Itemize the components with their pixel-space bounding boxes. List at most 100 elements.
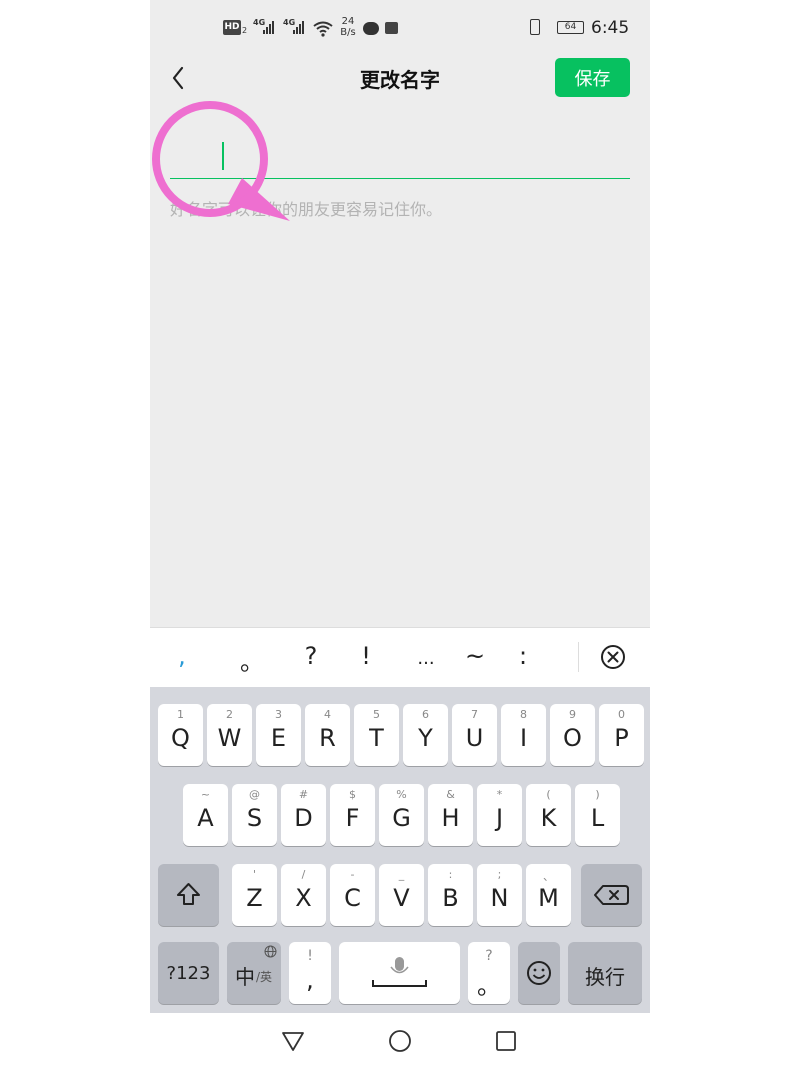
key-label: 换行 bbox=[585, 965, 625, 989]
key-s[interactable]: @ S bbox=[232, 784, 277, 846]
candidate-comma[interactable]: , bbox=[167, 642, 197, 670]
lang-sub-label: /英 bbox=[256, 970, 273, 984]
comma-key[interactable]: ! , bbox=[289, 942, 331, 1004]
key-e[interactable]: 3E bbox=[256, 704, 301, 766]
space-key[interactable] bbox=[339, 942, 460, 1004]
key-label: R bbox=[319, 724, 336, 752]
circle-x-icon[interactable] bbox=[600, 644, 626, 670]
key-m[interactable]: 、 M bbox=[526, 864, 571, 926]
key-sub-label: 4 bbox=[324, 708, 331, 721]
key-sub-label: _ bbox=[398, 868, 405, 881]
shift-arrow-icon bbox=[177, 883, 200, 905]
circle-home-icon[interactable] bbox=[387, 1028, 413, 1054]
key-q[interactable]: 1Q bbox=[158, 704, 203, 766]
key-sub-label: : bbox=[448, 868, 453, 881]
key-sub-label: $ bbox=[349, 788, 356, 801]
candidate-colon[interactable]: : bbox=[508, 642, 538, 670]
key-sub-label: * bbox=[496, 788, 503, 801]
status-bar: HD 2 4G 4G 24 B/s 64 6:45 bbox=[150, 0, 650, 56]
key-label: 。 bbox=[477, 972, 501, 1000]
key-label: K bbox=[540, 804, 557, 832]
hd-voice-icon: HD bbox=[223, 20, 241, 35]
key-n[interactable]: ; N bbox=[477, 864, 522, 926]
language-switch-key[interactable]: 中 /英 bbox=[227, 942, 281, 1004]
key-label: G bbox=[392, 804, 411, 832]
square-recent-icon[interactable] bbox=[493, 1028, 519, 1054]
key-sub-label: 8 bbox=[520, 708, 527, 721]
battery-icon: 64 bbox=[557, 21, 584, 34]
key-y[interactable]: 6Y bbox=[403, 704, 448, 766]
network-type-sim2: 4G bbox=[283, 18, 296, 27]
status-time: 6:45 bbox=[591, 18, 630, 38]
key-r[interactable]: 4R bbox=[305, 704, 350, 766]
key-label: I bbox=[519, 724, 528, 752]
key-b[interactable]: :B bbox=[428, 864, 473, 926]
network-speed-value: 24 bbox=[341, 16, 355, 27]
key-g[interactable]: % G bbox=[379, 784, 424, 846]
microphone-icon bbox=[372, 957, 427, 987]
key-label: N bbox=[490, 884, 509, 912]
lang-main-label: 中 bbox=[235, 965, 255, 989]
key-j[interactable]: * J bbox=[477, 784, 522, 846]
key-sub-label: @ bbox=[249, 788, 260, 801]
key-sub-label: 2 bbox=[226, 708, 233, 721]
key-o[interactable]: 9O bbox=[550, 704, 595, 766]
key-f[interactable]: $ F bbox=[330, 784, 375, 846]
save-button[interactable]: 保存 bbox=[555, 58, 630, 97]
emoji-key[interactable] bbox=[518, 942, 560, 1004]
key-sub-label: 5 bbox=[373, 708, 380, 721]
key-label: E bbox=[270, 724, 287, 752]
triangle-back-icon[interactable] bbox=[280, 1028, 306, 1054]
app-content: HD 2 4G 4G 24 B/s 64 6:45 更改名字 保存 好名字可以让… bbox=[150, 0, 650, 627]
key-z[interactable]: ' Z bbox=[232, 864, 277, 926]
key-d[interactable]: # D bbox=[281, 784, 326, 846]
candidate-ellipsis[interactable]: ... bbox=[411, 648, 441, 669]
key-label: , bbox=[306, 966, 314, 994]
hd-voice-sim-label: 2 bbox=[242, 26, 248, 35]
key-sub-label: 、 bbox=[543, 870, 554, 883]
key-a[interactable]: ~ A bbox=[183, 784, 228, 846]
key-w[interactable]: 2W bbox=[207, 704, 252, 766]
key-sub-label: ) bbox=[595, 788, 600, 801]
key-sub-label: ? bbox=[485, 948, 493, 964]
candidate-exclaim[interactable]: ! bbox=[351, 642, 381, 670]
key-label: X bbox=[295, 884, 312, 912]
key-h[interactable]: & H bbox=[428, 784, 473, 846]
key-label: M bbox=[538, 884, 559, 912]
candidate-period[interactable]: 。 bbox=[237, 642, 267, 677]
highlight-circle-annotation bbox=[152, 101, 290, 221]
network-type-sim1: 4G bbox=[253, 18, 266, 27]
key-label: Q bbox=[171, 724, 190, 752]
key-sub-label: # bbox=[298, 788, 309, 801]
key-sub-label: - bbox=[350, 868, 355, 881]
key-label: ?123 bbox=[166, 963, 211, 984]
signal-icon-sim2: 4G bbox=[283, 18, 309, 36]
key-l[interactable]: ) L bbox=[575, 784, 620, 846]
candidate-question[interactable]: ? bbox=[296, 642, 326, 670]
key-x[interactable]: / X bbox=[281, 864, 326, 926]
enter-key[interactable]: 换行 bbox=[568, 942, 642, 1004]
key-label: S bbox=[246, 804, 263, 832]
key-u[interactable]: 7U bbox=[452, 704, 497, 766]
system-nav-bar bbox=[150, 1013, 650, 1067]
symbols-numbers-key[interactable]: ?123 bbox=[158, 942, 219, 1004]
key-k[interactable]: (K bbox=[526, 784, 571, 846]
key-sub-label: ! bbox=[307, 948, 313, 964]
key-i[interactable]: 8I bbox=[501, 704, 546, 766]
key-v[interactable]: _ V bbox=[379, 864, 424, 926]
shift-key[interactable] bbox=[158, 864, 219, 926]
key-c[interactable]: -C bbox=[330, 864, 375, 926]
key-label: A bbox=[197, 804, 214, 832]
network-speed-unit: B/s bbox=[340, 27, 356, 38]
period-key[interactable]: ? 。 bbox=[468, 942, 510, 1004]
backspace-icon bbox=[594, 885, 629, 905]
key-label: F bbox=[345, 804, 360, 832]
app-notification-icon bbox=[385, 22, 398, 34]
candidate-tilde[interactable]: ~ bbox=[460, 642, 490, 670]
key-p[interactable]: 0P bbox=[599, 704, 644, 766]
key-t[interactable]: 5T bbox=[354, 704, 399, 766]
key-label: T bbox=[369, 724, 384, 752]
backspace-key[interactable] bbox=[581, 864, 642, 926]
signal-icon-sim1: 4G bbox=[253, 18, 279, 36]
key-label: D bbox=[294, 804, 313, 832]
